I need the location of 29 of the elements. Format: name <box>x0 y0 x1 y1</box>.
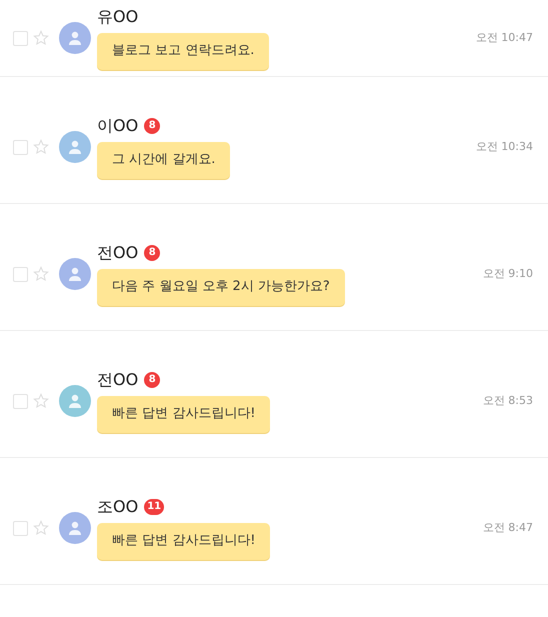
message-bubble: 블로그 보고 연락드려요. <box>97 32 270 70</box>
star-icon[interactable] <box>33 30 49 46</box>
checkbox[interactable] <box>13 394 28 408</box>
checkbox[interactable] <box>13 140 28 154</box>
message-time: 오전 9:10 <box>482 266 533 282</box>
message-bubble: 빠른 답변 감사드립니다! <box>97 396 270 432</box>
checkbox[interactable] <box>13 520 28 536</box>
contact-name: 조OO <box>97 496 138 516</box>
message-time: 오전 10:34 <box>476 138 533 155</box>
star-icon[interactable] <box>33 266 49 282</box>
star-icon[interactable] <box>33 139 49 155</box>
contact-name: 전OO <box>97 242 138 262</box>
unread-count-badge: 8 <box>144 372 160 388</box>
message-bubble: 다음 주 월요일 오후 2시 가능한가요? <box>97 268 345 306</box>
star-icon[interactable] <box>33 393 49 409</box>
checkbox[interactable] <box>13 30 28 46</box>
message-time: 오전 8:47 <box>482 520 533 536</box>
contact-name: 전OO <box>97 370 138 390</box>
checkbox[interactable] <box>13 266 28 282</box>
message-time: 오전 10:47 <box>476 30 533 46</box>
message-bubble: 그 시간에 갈게요. <box>97 142 230 178</box>
unread-count-badge: 8 <box>144 118 160 134</box>
star-icon[interactable] <box>33 520 49 536</box>
message-time: 오전 8:53 <box>482 392 533 409</box>
message-bubble: 빠른 답변 감사드립니다! <box>97 522 270 560</box>
contact-name: 유OO <box>97 6 138 26</box>
unread-count-badge: 11 <box>144 498 164 514</box>
unread-count-badge: 8 <box>144 244 160 260</box>
contact-name: 이OO <box>97 116 138 136</box>
